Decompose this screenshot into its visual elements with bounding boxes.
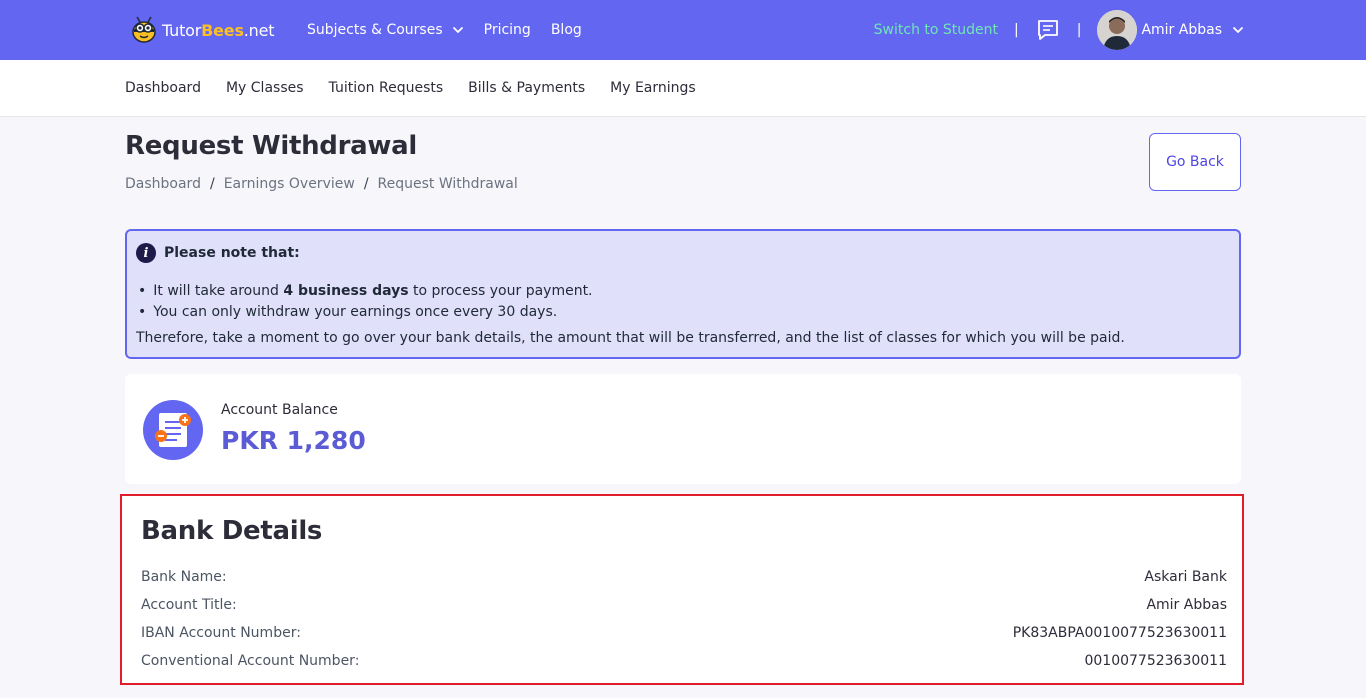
avatar[interactable] <box>1097 10 1138 50</box>
switch-to-student-link[interactable]: Switch to Student <box>874 22 998 38</box>
bank-row-account-number: Conventional Account Number: 00100775236… <box>141 653 1227 669</box>
page-title: Request Withdrawal <box>125 131 417 161</box>
subnav-bills-payments[interactable]: Bills & Payments <box>468 80 585 96</box>
chat-icon[interactable] <box>1035 17 1061 43</box>
balance-label: Account Balance <box>221 402 338 418</box>
info-icon: i <box>136 243 156 263</box>
notice-box: i Please note that: It will take around … <box>125 229 1241 359</box>
balance-value: PKR 1,280 <box>221 426 366 455</box>
nav-subjects-courses[interactable]: Subjects & Courses <box>307 22 464 38</box>
go-back-button[interactable]: Go Back <box>1149 133 1241 191</box>
notice-list: It will take around 4 business days to p… <box>138 280 593 322</box>
nav-separator: | <box>1076 22 1082 38</box>
breadcrumb-separator: / <box>363 176 369 192</box>
breadcrumb-current: Request Withdrawal <box>377 176 518 192</box>
main-nav: Subjects & Courses Pricing Blog <box>307 0 582 60</box>
breadcrumb-earnings-overview[interactable]: Earnings Overview <box>224 176 355 192</box>
top-navbar: TutorBees.net Subjects & Courses Pricing… <box>0 0 1366 60</box>
brand-name: TutorBees.net <box>162 20 275 40</box>
nav-separator: | <box>1014 22 1019 38</box>
user-name[interactable]: Amir Abbas <box>1141 22 1222 38</box>
user-avatar-icon <box>1097 10 1138 50</box>
chevron-down-icon <box>452 27 463 34</box>
subnav-my-earnings[interactable]: My Earnings <box>610 80 696 96</box>
user-nav: Switch to Student | | Amir Abbas <box>874 0 1244 60</box>
list-item: You can only withdraw your earnings once… <box>138 301 593 322</box>
bank-row-account-title: Account Title: Amir Abbas <box>141 597 1227 613</box>
bank-row-bank-name: Bank Name: Askari Bank <box>141 569 1227 585</box>
breadcrumb-separator: / <box>209 176 215 192</box>
logo[interactable]: TutorBees.net <box>129 13 275 47</box>
bank-details-title: Bank Details <box>141 516 323 546</box>
bank-details-card: Bank Details Bank Name: Askari Bank Acco… <box>120 494 1244 685</box>
sub-navbar: Dashboard My Classes Tuition Requests Bi… <box>0 60 1366 117</box>
subnav-tuition-requests[interactable]: Tuition Requests <box>329 80 444 96</box>
invoice-icon <box>143 400 203 460</box>
nav-blog[interactable]: Blog <box>551 22 582 38</box>
bee-logo-icon <box>132 16 156 43</box>
list-item: It will take around 4 business days to p… <box>138 280 592 301</box>
chevron-down-icon[interactable] <box>1232 24 1244 36</box>
account-balance-card: Account Balance PKR 1,280 <box>125 374 1241 484</box>
breadcrumb: Dashboard / Earnings Overview / Request … <box>125 176 518 192</box>
notice-footer: Therefore, take a moment to go over your… <box>136 330 1125 346</box>
nav-pricing[interactable]: Pricing <box>484 22 531 38</box>
subnav-dashboard[interactable]: Dashboard <box>125 80 201 96</box>
subnav-my-classes[interactable]: My Classes <box>226 80 304 96</box>
bank-details-list: Bank Name: Askari Bank Account Title: Am… <box>141 563 1227 675</box>
notice-title: Please note that: <box>164 245 300 261</box>
bank-row-iban: IBAN Account Number: PK83ABPA00100775236… <box>141 625 1227 641</box>
breadcrumb-dashboard[interactable]: Dashboard <box>125 176 201 192</box>
